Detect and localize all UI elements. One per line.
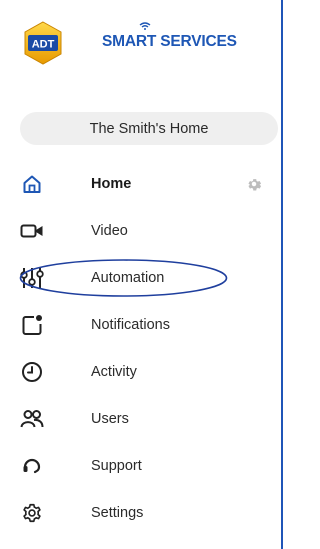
home-selector-label: The Smith's Home xyxy=(89,120,209,137)
sidebar-item-notifications[interactable]: Notifications xyxy=(0,305,280,345)
sidebar-item-label: Users xyxy=(91,411,129,427)
sidebar-item-automation[interactable]: Automation xyxy=(0,258,280,298)
brand-header: ADT xyxy=(20,18,66,68)
sidebar-item-activity[interactable]: Activity xyxy=(0,352,280,392)
sidebar-item-label: Notifications xyxy=(91,317,170,333)
sidebar-panel: ADT SMART SERVICES The Smith's Home Home xyxy=(0,0,284,549)
support-headset-icon xyxy=(20,454,44,478)
home-selector[interactable]: The Smith's Home xyxy=(20,112,278,145)
sidebar-item-video[interactable]: Video xyxy=(0,211,280,251)
sidebar-item-users[interactable]: Users xyxy=(0,399,280,439)
sidebar-item-support[interactable]: Support xyxy=(0,446,280,486)
video-camera-icon xyxy=(20,219,44,243)
home-icon xyxy=(20,172,44,196)
sidebar-item-label: Home xyxy=(91,176,132,192)
wifi-icon xyxy=(139,22,151,30)
settings-gear-icon xyxy=(20,501,44,525)
sidebar-item-home[interactable]: Home xyxy=(0,164,280,204)
sidebar-item-label: Automation xyxy=(91,270,165,286)
sidebar-item-label: Settings xyxy=(91,505,144,521)
clock-icon xyxy=(20,360,44,384)
sidebar-item-label: Activity xyxy=(91,364,137,380)
brand-name: SMART SERVICES xyxy=(102,33,237,50)
adt-logo: ADT xyxy=(20,20,66,66)
notification-icon xyxy=(20,313,44,337)
logo-text: ADT xyxy=(32,39,55,51)
automation-sliders-icon xyxy=(20,266,44,290)
sidebar-item-settings[interactable]: Settings xyxy=(0,493,280,533)
sidebar-item-label: Support xyxy=(91,458,142,474)
users-icon xyxy=(20,407,44,431)
gear-icon[interactable] xyxy=(245,175,263,193)
panel-border xyxy=(281,0,283,549)
sidebar-item-label: Video xyxy=(91,223,128,239)
